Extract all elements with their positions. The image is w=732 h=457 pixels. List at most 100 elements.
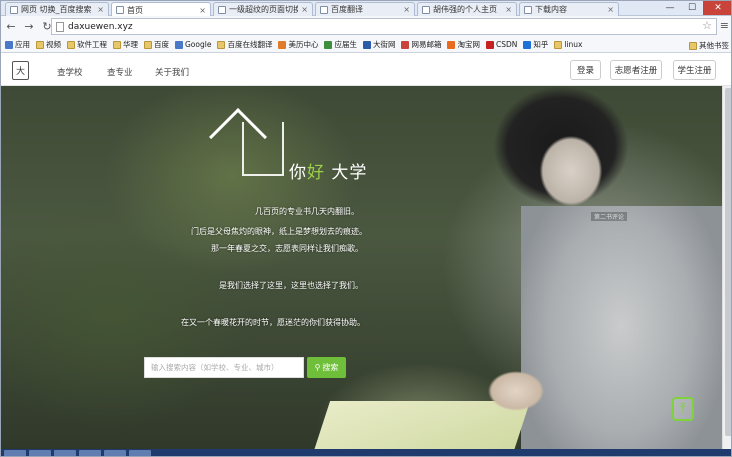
bookmark-item[interactable]: CSDN bbox=[485, 40, 517, 49]
scrollbar-thumb[interactable] bbox=[725, 88, 731, 436]
nav-majors[interactable]: 查专业 bbox=[107, 66, 133, 78]
nav-about[interactable]: 关于我们 bbox=[155, 66, 189, 78]
slogan-line: 门后是父母焦灼的眼神，纸上是梦想划去的痕迹。 bbox=[191, 227, 367, 236]
page-icon bbox=[278, 40, 287, 49]
google-icon bbox=[175, 40, 183, 49]
bookmark-label: 百度在线翻译 bbox=[227, 40, 273, 49]
bookmark-item[interactable]: 华理 bbox=[113, 39, 138, 50]
minimize-button[interactable]: — bbox=[659, 1, 681, 15]
window-controls: — ☐ ✕ bbox=[659, 1, 731, 15]
taskbar-item[interactable] bbox=[104, 450, 126, 456]
tab-label: 下载内容 bbox=[535, 5, 567, 14]
page-icon bbox=[56, 21, 64, 32]
menu-icon[interactable]: ≡ bbox=[720, 19, 729, 32]
close-button[interactable]: ✕ bbox=[703, 1, 731, 15]
bookmark-item[interactable]: Google bbox=[175, 40, 211, 49]
bookmark-label: 应届生 bbox=[334, 40, 357, 49]
bookmark-item[interactable]: 淘宝网 bbox=[447, 39, 480, 50]
page-icon bbox=[116, 6, 124, 14]
brand-char: 大学 bbox=[325, 163, 368, 183]
tab-label: 一级超纹的页面切换效果 bbox=[229, 5, 298, 14]
nav-schools[interactable]: 查学校 bbox=[57, 66, 83, 78]
slogan-line: 是我们选择了这里，这里也选择了我们。 bbox=[219, 281, 363, 290]
bookmark-label: 知乎 bbox=[533, 40, 549, 49]
close-tab-icon[interactable]: × bbox=[607, 5, 614, 14]
search-input[interactable]: 输入搜索内容（如学校、专业、城市） bbox=[144, 357, 304, 378]
bookmark-item[interactable]: 网易邮箱 bbox=[401, 39, 441, 50]
close-tab-icon[interactable]: × bbox=[301, 5, 308, 14]
bookmark-label: 软件工程 bbox=[77, 40, 107, 49]
bookmark-label: 大街网 bbox=[372, 40, 396, 49]
tab-home[interactable]: 首页 × bbox=[111, 2, 211, 17]
page-icon bbox=[362, 40, 371, 49]
bookmark-item[interactable]: 应届生 bbox=[324, 39, 357, 50]
volunteer-register-button[interactable]: 志愿者注册 bbox=[610, 60, 662, 80]
taskbar-item[interactable] bbox=[129, 450, 151, 456]
tab-strip: 网页 切换_百度搜索× 首页× 一级超纹的页面切换效果× 百度翻译× 胡伟强的个… bbox=[1, 1, 731, 17]
taskbar-item[interactable] bbox=[4, 450, 26, 456]
website: 大 查学校 查专业 关于我们 登录 志愿者注册 学生注册 你好 大学 第二书评论… bbox=[1, 53, 731, 456]
forward-icon[interactable]: → bbox=[21, 19, 37, 35]
bookmark-item[interactable]: 美历中心 bbox=[278, 39, 318, 50]
site-header: 大 查学校 查专业 关于我们 登录 志愿者注册 学生注册 bbox=[1, 53, 731, 86]
page-icon bbox=[218, 5, 226, 14]
bookmark-label: 美历中心 bbox=[288, 40, 319, 49]
tab-label: 百度翻译 bbox=[331, 5, 363, 14]
bookmark-label: 淘宝网 bbox=[457, 40, 480, 49]
bookmark-label: linux bbox=[564, 40, 583, 49]
search-button-label: 搜索 bbox=[322, 363, 339, 372]
brand-char: 你 bbox=[289, 163, 307, 183]
close-tab-icon[interactable]: × bbox=[403, 5, 410, 14]
bookmark-label: 视频 bbox=[46, 40, 61, 49]
page-icon bbox=[324, 40, 333, 49]
tab-page-switch[interactable]: 一级超纹的页面切换效果× bbox=[213, 2, 313, 16]
hero-photo bbox=[481, 366, 551, 416]
tab-downloads[interactable]: 下载内容 × bbox=[519, 2, 619, 16]
close-tab-icon[interactable]: × bbox=[199, 6, 206, 15]
tab-baidu-translate[interactable]: 百度翻译 × bbox=[315, 2, 415, 16]
tab-label: 网页 切换_百度搜索 bbox=[21, 5, 92, 14]
hero-photo bbox=[531, 126, 611, 216]
taskbar-item[interactable] bbox=[29, 450, 51, 456]
folder-icon bbox=[554, 40, 563, 49]
bookmark-label: Google bbox=[185, 40, 212, 49]
login-button[interactable]: 登录 bbox=[570, 60, 601, 80]
other-bookmarks[interactable]: 其他书签 bbox=[689, 40, 729, 51]
taskbar bbox=[1, 449, 731, 456]
zhihu-icon bbox=[523, 40, 532, 49]
site-logo[interactable]: 大 bbox=[12, 61, 29, 80]
search-button[interactable]: ⚲ 搜索 bbox=[307, 357, 346, 378]
tab-baidu-search[interactable]: 网页 切换_百度搜索 × bbox=[5, 2, 109, 16]
taskbar-item[interactable] bbox=[79, 450, 101, 456]
tab-personal-home[interactable]: 胡伟强的个人主页 × bbox=[417, 2, 517, 16]
bookmark-item[interactable]: 软件工程 bbox=[67, 39, 107, 50]
mail-icon bbox=[401, 40, 410, 49]
back-to-top-icon[interactable]: ⤒ bbox=[672, 397, 694, 421]
close-tab-icon[interactable]: × bbox=[97, 5, 104, 14]
taskbar-item[interactable] bbox=[54, 450, 76, 456]
csdn-icon bbox=[485, 40, 494, 49]
maximize-button[interactable]: ☐ bbox=[681, 1, 703, 15]
bookmark-item[interactable]: 百度在线翻译 bbox=[217, 39, 272, 50]
star-icon[interactable]: ☆ bbox=[702, 19, 712, 32]
search-icon: ⚲ bbox=[314, 363, 321, 372]
bookmark-item[interactable]: 大街网 bbox=[362, 39, 396, 50]
url-text: daxuewen.xyz bbox=[68, 21, 133, 32]
folder-icon bbox=[67, 40, 75, 49]
bookmark-item[interactable]: 知乎 bbox=[523, 39, 548, 50]
bookmark-item[interactable]: linux bbox=[554, 40, 582, 49]
slogan-line: 几百页的专业书几天内翻旧。 bbox=[255, 207, 359, 216]
url-input[interactable]: daxuewen.xyz ☆ bbox=[51, 18, 717, 35]
bookmark-item[interactable]: 视频 bbox=[36, 39, 61, 50]
address-bar-row: ← → ↻ daxuewen.xyz ☆ ≡ bbox=[1, 16, 731, 37]
download-icon bbox=[524, 5, 532, 14]
tab-label: 首页 bbox=[127, 5, 143, 15]
bookmark-item[interactable]: 百度 bbox=[144, 39, 169, 50]
scrollbar[interactable] bbox=[722, 86, 731, 456]
back-icon[interactable]: ← bbox=[3, 19, 19, 35]
browser-window: 网页 切换_百度搜索× 首页× 一级超纹的页面切换效果× 百度翻译× 胡伟强的个… bbox=[0, 0, 732, 457]
bookmark-apps[interactable]: 应用 bbox=[5, 39, 30, 50]
close-tab-icon[interactable]: × bbox=[505, 5, 512, 14]
student-register-button[interactable]: 学生注册 bbox=[673, 60, 716, 80]
brand-name: 你好 大学 bbox=[289, 158, 367, 183]
